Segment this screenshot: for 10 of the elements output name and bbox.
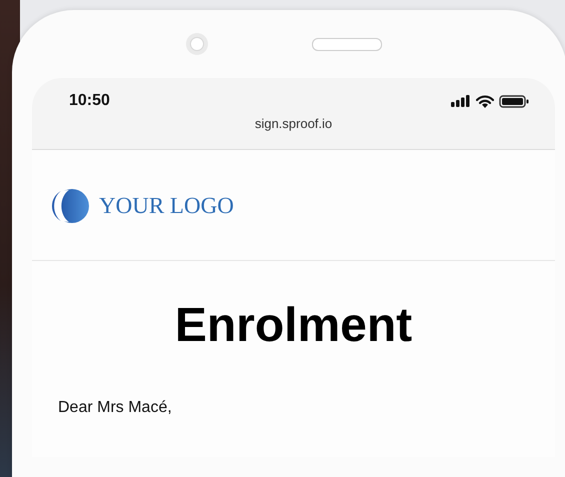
speaker-grille bbox=[312, 38, 382, 50]
signal-icon bbox=[451, 95, 471, 107]
camera-icon bbox=[186, 33, 208, 55]
greeting-text: Dear Mrs Macé, bbox=[58, 398, 173, 417]
battery-icon bbox=[499, 94, 529, 108]
page-heading: Enrolment bbox=[174, 298, 414, 354]
logo-text: YOUR LOGO bbox=[99, 193, 234, 219]
status-time: 10:50 bbox=[69, 92, 110, 110]
wifi-icon bbox=[476, 94, 494, 108]
address-bar-url[interactable]: sign.sproof.io bbox=[254, 116, 332, 131]
